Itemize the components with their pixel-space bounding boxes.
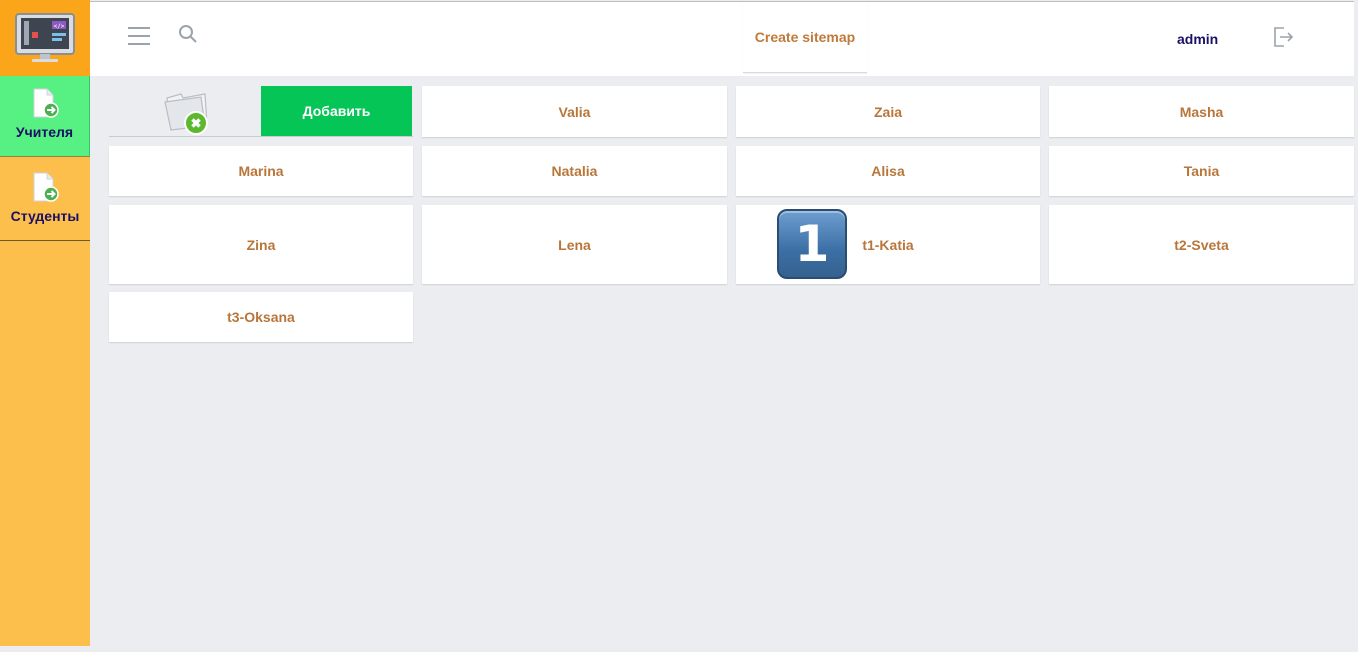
card-name: t3-Oksana xyxy=(227,309,295,325)
card-name: t2-Sveta xyxy=(1174,236,1229,253)
card-name: Marina xyxy=(238,163,284,179)
add-button[interactable]: Добавить xyxy=(261,86,412,136)
document-arrow-icon xyxy=(33,88,59,118)
teacher-card[interactable]: Marina xyxy=(109,146,413,196)
logout-icon[interactable] xyxy=(1272,26,1294,53)
teacher-card[interactable]: Lena xyxy=(422,205,727,284)
menu-icon[interactable] xyxy=(128,27,150,45)
teacher-card[interactable]: t3-Oksana xyxy=(109,292,413,342)
card-name: Alisa xyxy=(871,163,905,179)
sidebar-item-students[interactable]: Студенты xyxy=(0,158,90,241)
svg-text:</>: </> xyxy=(54,23,65,30)
sidebar-item-teachers[interactable]: Учителя xyxy=(0,76,90,157)
top-header: Create sitemap admin xyxy=(90,1,1354,76)
card-name: t1-Katia xyxy=(862,236,914,253)
sidebar: </> Учителя Студенты xyxy=(0,0,90,646)
card-name: Tania xyxy=(1183,163,1220,179)
teacher-card[interactable]: Alisa xyxy=(736,146,1040,196)
card-name: Masha xyxy=(1179,103,1224,120)
card-name: Natalia xyxy=(551,163,598,179)
card-name: Lena xyxy=(558,236,591,253)
teacher-card[interactable]: Tania xyxy=(1049,146,1354,196)
sidebar-item-label: Студенты xyxy=(10,208,80,224)
document-arrow-icon xyxy=(33,172,59,202)
monitor-logo-icon: </> xyxy=(15,13,75,62)
teacher-card[interactable]: Zina xyxy=(109,205,413,284)
card-name: Zaia xyxy=(873,103,902,120)
teacher-card[interactable]: Natalia xyxy=(422,146,727,196)
app-root: </> Учителя Студенты Create sitemap admi… xyxy=(0,0,1358,652)
add-folder-icon[interactable] xyxy=(161,88,211,141)
app-logo[interactable]: </> xyxy=(0,0,90,76)
teacher-card[interactable]: Valia xyxy=(422,86,727,137)
number-one-badge-icon: 1 xyxy=(777,209,847,279)
teacher-card[interactable]: Zaia xyxy=(736,86,1040,137)
card-name: Zina xyxy=(246,236,276,253)
card-name: Valia xyxy=(558,103,591,120)
teacher-card[interactable]: t2-Sveta xyxy=(1049,205,1354,284)
create-sitemap-button[interactable]: Create sitemap xyxy=(743,2,867,73)
search-icon[interactable] xyxy=(178,24,198,49)
sidebar-item-label: Учителя xyxy=(15,124,74,140)
user-name-link[interactable]: admin xyxy=(1177,31,1218,47)
teacher-card[interactable]: Masha xyxy=(1049,86,1354,137)
